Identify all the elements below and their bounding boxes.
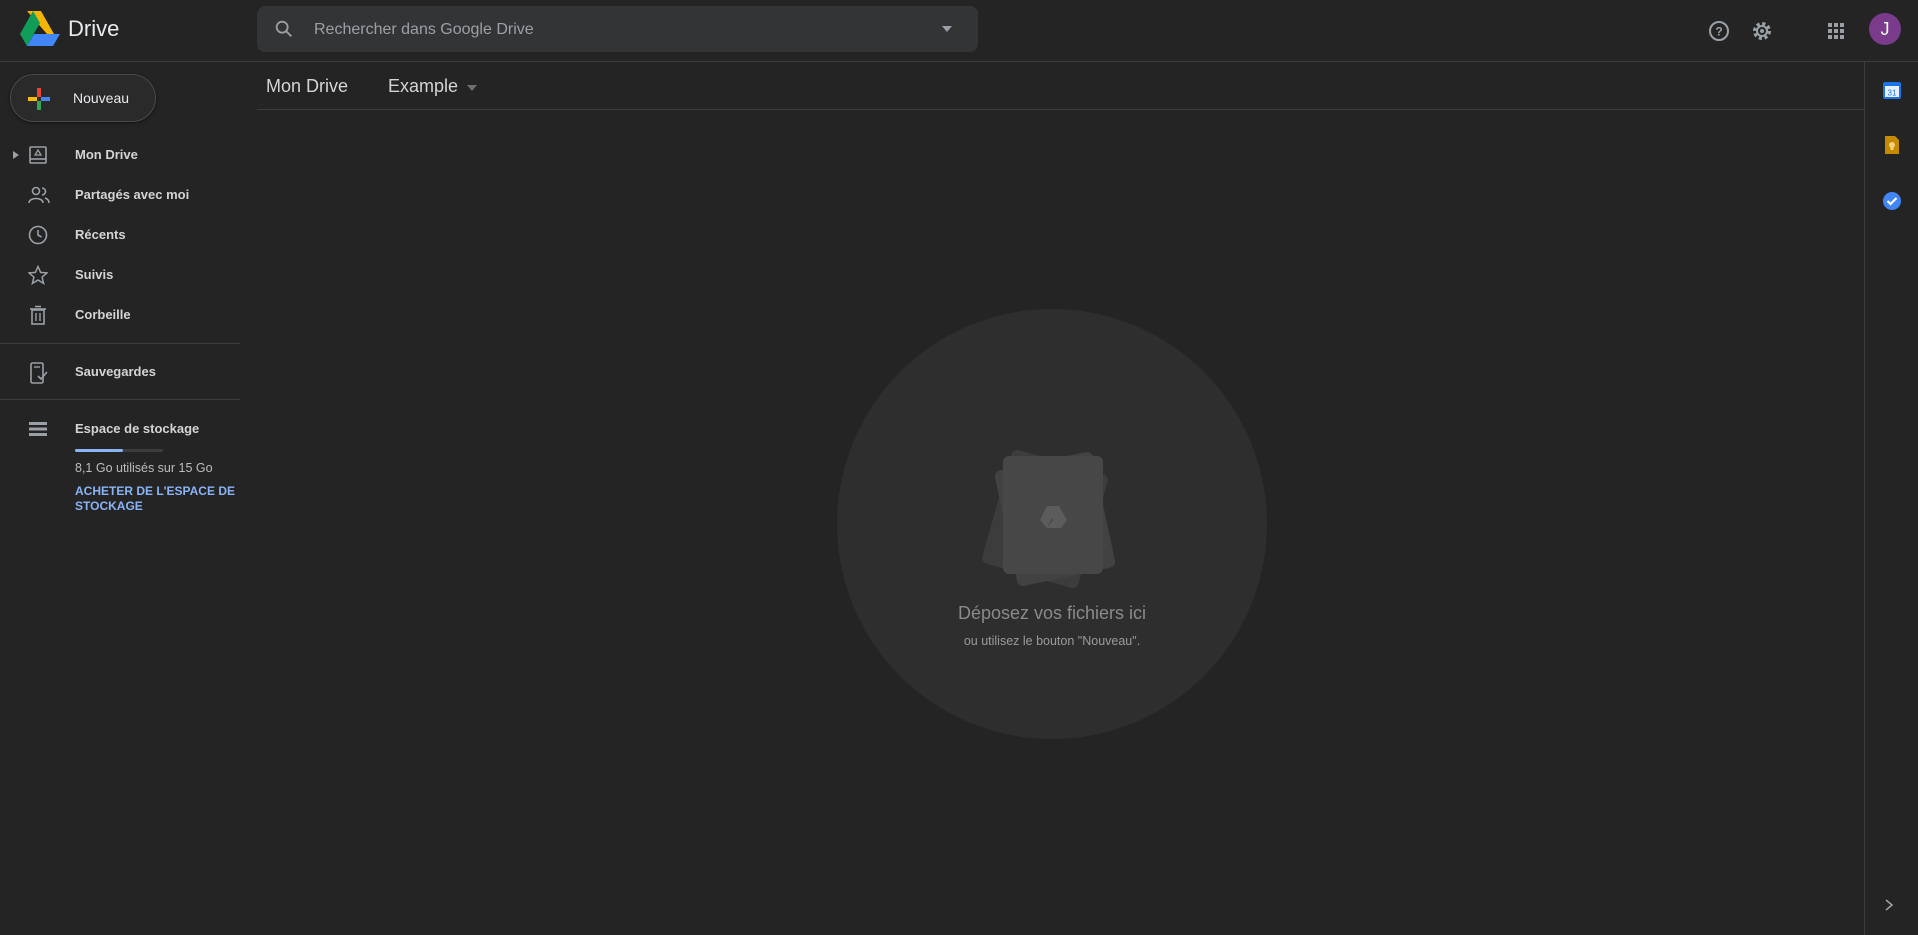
help-icon[interactable]: ? [1701, 13, 1737, 49]
calendar-icon[interactable]: 31 [1880, 78, 1904, 102]
svg-text:?: ? [1715, 25, 1722, 39]
sidebar-item-storage[interactable]: Espace de stockage [0, 409, 240, 449]
breadcrumb-root[interactable]: Mon Drive [266, 76, 348, 97]
sidebar-item-shared[interactable]: Partagés avec moi [0, 175, 240, 215]
search-bar[interactable] [257, 6, 978, 54]
tasks-icon[interactable] [1880, 189, 1904, 213]
clock-icon [28, 225, 48, 245]
sidebar-divider [0, 343, 240, 344]
breadcrumb-current[interactable]: Example [388, 76, 458, 97]
search-icon[interactable] [273, 18, 295, 40]
my-drive-icon [28, 145, 48, 165]
search-options-caret-icon[interactable] [941, 25, 953, 33]
sidebar-item-my-drive[interactable]: Mon Drive [0, 135, 240, 175]
sidebar-item-recent[interactable]: Récents [0, 215, 240, 255]
calendar-day: 31 [1888, 89, 1897, 98]
google-drive-logo[interactable] [20, 11, 60, 47]
buy-storage-link[interactable]: ACHETER DE L'ESPACE DE STOCKAGE [75, 484, 235, 514]
chevron-right-icon[interactable] [1884, 898, 1894, 912]
backup-device-icon [28, 362, 48, 384]
plus-icon [28, 88, 50, 110]
gear-icon[interactable] [1744, 13, 1780, 49]
app-title[interactable]: Drive [68, 16, 119, 42]
star-icon [28, 265, 48, 285]
new-button-label: Nouveau [73, 90, 130, 106]
sidebar-item-label: Espace de stockage [75, 421, 200, 436]
sidebar-item-starred[interactable]: Suivis [0, 255, 240, 295]
sidebar-item-label: Suivis [75, 267, 114, 282]
avatar[interactable]: J [1869, 13, 1901, 45]
files-stack-icon [977, 440, 1127, 610]
sidebar-item-label: Récents [75, 227, 126, 242]
keep-icon[interactable] [1880, 133, 1904, 157]
chevron-down-icon[interactable] [466, 84, 478, 92]
trash-icon [28, 305, 48, 325]
shared-people-icon [28, 185, 50, 205]
empty-state-subtitle: ou utilisez le bouton "Nouveau". [963, 634, 1141, 648]
apps-grid-icon[interactable] [1818, 13, 1854, 49]
empty-state-title: Déposez vos fichiers ici [957, 603, 1147, 623]
sidebar-item-label: Corbeille [75, 307, 131, 322]
breadcrumb-divider [257, 109, 1864, 110]
sidebar-item-label: Sauvegardes [75, 364, 156, 379]
expand-arrow-icon[interactable] [12, 150, 20, 160]
top-bar: Drive ? J [0, 0, 1918, 62]
search-input[interactable] [312, 6, 916, 54]
sidebar-item-label: Mon Drive [75, 147, 138, 162]
sidebar-item-trash[interactable]: Corbeille [0, 295, 240, 335]
storage-progress-bar [75, 449, 163, 452]
sidebar-item-backups[interactable]: Sauvegardes [0, 352, 240, 392]
sidebar-divider [0, 399, 240, 400]
storage-progress-fill [75, 449, 123, 452]
sidebar-item-label: Partagés avec moi [75, 187, 190, 202]
new-button[interactable]: Nouveau [10, 74, 156, 122]
storage-icon [28, 419, 48, 439]
storage-used-text: 8,1 Go utilisés sur 15 Go [75, 461, 213, 475]
